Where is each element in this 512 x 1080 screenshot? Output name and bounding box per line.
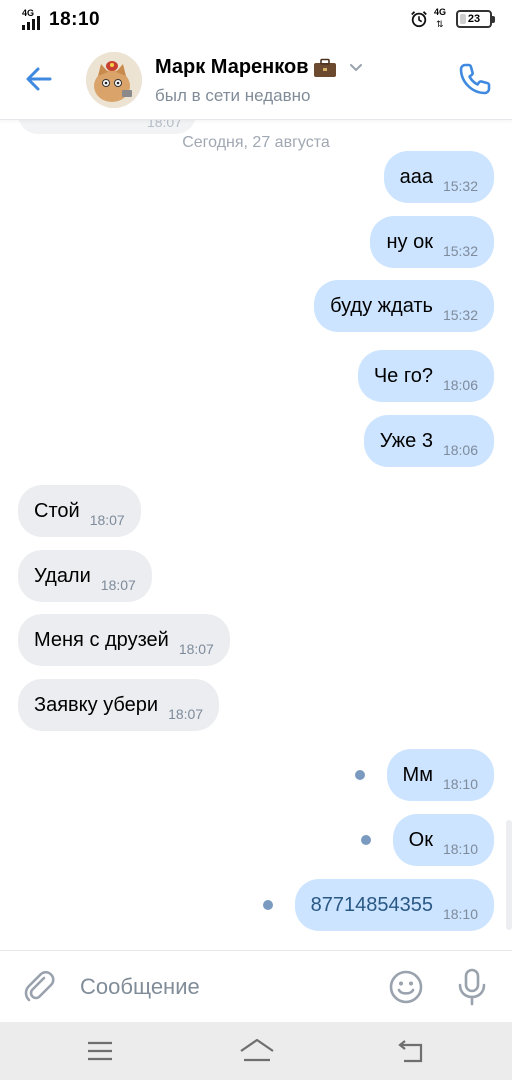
emoji-icon[interactable]: [388, 969, 424, 1005]
battery-level: 23: [467, 13, 481, 25]
message-text: Заявку убери: [34, 694, 159, 716]
message-composer: [0, 950, 512, 1022]
outgoing-message[interactable]: Ок 18:10: [392, 814, 494, 866]
avatar-image: [86, 52, 142, 108]
back-arrow-icon[interactable]: [20, 60, 58, 98]
message-time: 18:07: [178, 641, 214, 657]
scrollbar[interactable]: [506, 820, 512, 930]
outgoing-message[interactable]: Че го? 18:06: [357, 350, 494, 402]
message-text: буду ждать: [330, 295, 433, 317]
message-text: Уже 3: [379, 430, 433, 452]
network-4g-icon: 4G ⇅: [434, 7, 447, 29]
contact-name: Марк Маренков: [155, 56, 309, 78]
message-time: 18:10: [442, 841, 478, 857]
status-right: 4G ⇅ 23: [410, 7, 495, 29]
microphone-icon[interactable]: [456, 967, 488, 1007]
message-text: Ок: [408, 829, 433, 851]
message-link-text[interactable]: 87714854355: [311, 879, 433, 931]
home-icon[interactable]: [238, 1036, 276, 1066]
outgoing-message[interactable]: ааа 15:32: [383, 151, 494, 203]
alarm-icon: [411, 11, 427, 28]
chat-header: Марк Маренков был в сети недавно: [0, 38, 512, 120]
unread-indicator: [263, 900, 273, 910]
message-text: Мм: [402, 764, 433, 786]
outgoing-message[interactable]: буду ждать 15:32: [314, 280, 494, 332]
message-time: 18:07: [89, 512, 125, 528]
message-list[interactable]: 18:07 Сегодня, 27 августа ааа 15:32 ну ок 1…: [0, 120, 512, 950]
partial-incoming-message: 18:07: [18, 120, 196, 134]
message-input[interactable]: [80, 965, 370, 1009]
chevron-down-icon: [349, 63, 362, 71]
contact-name-row[interactable]: Марк Маренков: [155, 56, 363, 79]
paperclip-icon[interactable]: [22, 969, 58, 1005]
outgoing-message[interactable]: Мм 18:10: [386, 749, 494, 801]
system-navigation-bar: [0, 1022, 512, 1080]
date-separator: Сегодня, 27 августа: [182, 134, 330, 151]
incoming-message[interactable]: Стой 18:07: [18, 485, 141, 537]
battery-icon: 23: [456, 10, 495, 28]
message-text: ну ок: [386, 231, 433, 253]
outgoing-message[interactable]: ну ок 15:32: [370, 216, 494, 268]
message-time: 18:06: [442, 442, 478, 458]
message-text: Удали: [34, 565, 91, 587]
message-time: 18:07: [168, 706, 204, 722]
message-time: 18:06: [442, 377, 478, 393]
message-text: Стой: [34, 500, 80, 522]
outgoing-message[interactable]: 87714854355 18:10: [294, 879, 494, 931]
unread-indicator: [355, 770, 365, 780]
message-text: Меня с друзей: [34, 629, 169, 651]
message-text: Че го?: [373, 365, 433, 387]
incoming-message[interactable]: Удали 18:07: [18, 550, 152, 602]
message-time: 18:10: [442, 906, 478, 922]
contact-status: был в сети недавно: [155, 86, 311, 105]
outgoing-message[interactable]: Уже 3 18:06: [363, 415, 494, 467]
incoming-message[interactable]: Заявку убери 18:07: [18, 679, 220, 731]
back-icon[interactable]: [396, 1037, 426, 1065]
avatar[interactable]: [86, 52, 142, 108]
message-time: 18:10: [442, 776, 478, 792]
menu-icon[interactable]: [86, 1040, 114, 1062]
message-time: 15:32: [442, 178, 478, 194]
incoming-message[interactable]: Меня с друзей 18:07: [18, 614, 230, 666]
message-time: 18:07: [100, 577, 136, 593]
partial-message-time: 18:07: [146, 120, 182, 130]
status-left: 4G 18:10: [22, 8, 101, 31]
message-text: ааа: [399, 166, 433, 188]
status-bar: 4G 18:10 4G ⇅ 23: [0, 0, 512, 38]
status-time: 18:10: [49, 9, 101, 30]
unread-indicator: [361, 835, 371, 845]
briefcase-emoji-icon: [313, 58, 336, 77]
message-time: 15:32: [442, 307, 478, 323]
message-time: 15:32: [442, 243, 478, 259]
phone-icon[interactable]: [458, 62, 492, 96]
signal-icon: 4G: [22, 8, 46, 30]
